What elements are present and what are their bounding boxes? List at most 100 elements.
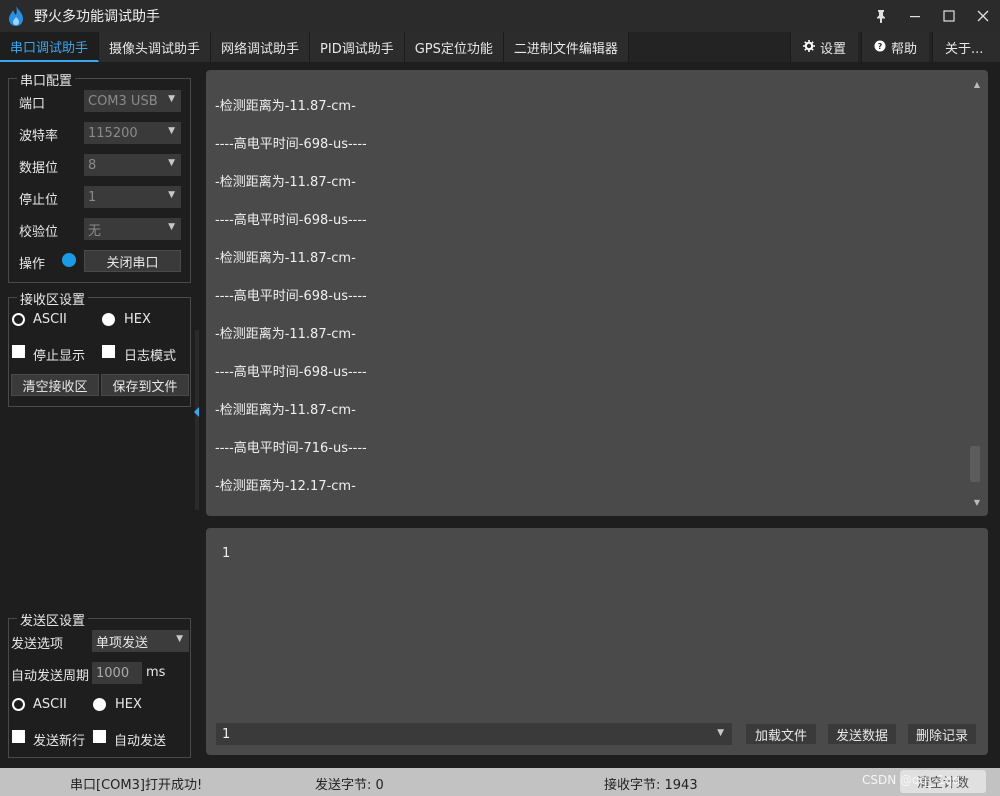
tab-binary-editor[interactable]: 二进制文件编辑器 xyxy=(503,32,629,62)
port-label: 端口 xyxy=(19,97,46,112)
title-bar: 野火多功能调试助手 xyxy=(0,0,1000,32)
send-ascii-radio[interactable] xyxy=(12,698,25,711)
auto-period-input[interactable]: 1000 xyxy=(92,662,142,684)
scroll-up-icon[interactable]: ▲ xyxy=(974,80,980,89)
help-tab[interactable]: ? 帮助 xyxy=(861,32,929,62)
send-ascii-label: ASCII xyxy=(33,697,67,712)
received-bytes-count: 接收字节: 1943 xyxy=(604,778,698,793)
tab-gps[interactable]: GPS定位功能 xyxy=(404,32,504,62)
settings-tab[interactable]: 设置 xyxy=(790,32,858,62)
baud-label: 波特率 xyxy=(19,129,59,144)
send-data-button[interactable]: 发送数据 xyxy=(827,723,897,745)
delete-history-button[interactable]: 删除记录 xyxy=(907,723,977,745)
receive-line: ----高电平时间-698-us---- xyxy=(215,137,367,152)
svg-text:?: ? xyxy=(878,42,883,51)
send-text-input[interactable]: 1 xyxy=(222,546,230,561)
chevron-down-icon: ▼ xyxy=(717,728,724,738)
chevron-down-icon: ▼ xyxy=(168,126,175,136)
panel-splitter[interactable] xyxy=(195,330,199,510)
receive-line: ----高电平时间-698-us---- xyxy=(215,213,367,228)
receive-hex-radio[interactable] xyxy=(102,313,115,326)
load-file-button[interactable]: 加载文件 xyxy=(745,723,817,745)
tab-bar: 串口调试助手 摄像头调试助手 网络调试助手 PID调试助手 GPS定位功能 二进… xyxy=(0,32,1000,62)
baud-value: 115200 xyxy=(88,125,138,141)
help-label: 帮助 xyxy=(891,41,918,57)
parity-select[interactable]: 无 ▼ xyxy=(84,218,181,240)
stopbits-value: 1 xyxy=(88,189,97,205)
send-settings-title: 发送区设置 xyxy=(17,610,89,629)
send-history-select[interactable]: 1 ▼ xyxy=(216,723,732,745)
parity-label: 校验位 xyxy=(19,225,59,240)
send-history-value: 1 xyxy=(222,726,231,742)
receive-line: ----高电平时间-698-us---- xyxy=(215,289,367,304)
stop-display-checkbox[interactable] xyxy=(12,345,25,358)
collapse-arrow-icon[interactable] xyxy=(194,407,199,417)
receive-line: -检测距离为-11.87-cm- xyxy=(215,99,356,114)
receive-settings-title: 接收区设置 xyxy=(17,289,89,308)
receive-line: -检测距离为-11.87-cm- xyxy=(215,251,356,266)
about-tab[interactable]: 关于... xyxy=(932,32,1000,62)
receive-line: -检测距离为-11.87-cm- xyxy=(215,403,356,418)
chevron-down-icon: ▼ xyxy=(168,158,175,168)
databits-select[interactable]: 8 ▼ xyxy=(84,154,181,176)
close-icon[interactable] xyxy=(966,0,1000,32)
receive-area[interactable]: -检测距离为-11.87-cm- ----高电平时间-698-us---- -检… xyxy=(206,70,988,516)
help-icon: ? xyxy=(874,40,886,55)
send-newline-label: 发送新行 xyxy=(33,734,86,749)
tab-serial-assistant[interactable]: 串口调试助手 xyxy=(0,32,100,62)
period-unit: ms xyxy=(146,665,166,680)
tab-camera-assistant[interactable]: 摄像头调试助手 xyxy=(99,32,212,62)
baud-select[interactable]: 115200 ▼ xyxy=(84,122,181,144)
log-mode-checkbox[interactable] xyxy=(102,345,115,358)
scrollbar-thumb[interactable] xyxy=(970,446,980,482)
send-option-select[interactable]: 单项发送 ▼ xyxy=(92,630,189,652)
receive-ascii-radio[interactable] xyxy=(12,313,25,326)
databits-value: 8 xyxy=(88,157,97,173)
close-port-button[interactable]: 关闭串口 xyxy=(84,250,181,272)
receive-line: ----高电平时间-716-us---- xyxy=(215,441,367,456)
send-option-value: 单项发送 xyxy=(96,635,149,651)
send-hex-radio[interactable] xyxy=(93,698,106,711)
status-bar: 串口[COM3]打开成功! 发送字节: 0 接收字节: 1943 清空计数 CS… xyxy=(0,768,1000,796)
sent-bytes-count: 发送字节: 0 xyxy=(315,778,384,793)
maximize-icon[interactable] xyxy=(932,0,966,32)
minimize-icon[interactable] xyxy=(898,0,932,32)
flame-logo-icon xyxy=(0,0,32,32)
serial-config-title: 串口配置 xyxy=(17,70,76,89)
settings-label: 设置 xyxy=(820,41,847,57)
parity-value: 无 xyxy=(88,223,102,239)
auto-send-checkbox[interactable] xyxy=(93,730,106,743)
port-value: COM3 USB xyxy=(88,93,158,109)
tab-pid-assistant[interactable]: PID调试助手 xyxy=(310,32,405,62)
clear-receive-button[interactable]: 清空接收区 xyxy=(11,374,99,396)
chevron-down-icon: ▼ xyxy=(176,634,183,644)
stopbits-select[interactable]: 1 ▼ xyxy=(84,186,181,208)
stop-display-label: 停止显示 xyxy=(33,349,86,364)
gear-icon xyxy=(803,39,815,55)
receive-line: -检测距离为-11.87-cm- xyxy=(215,327,356,342)
window-title: 野火多功能调试助手 xyxy=(34,9,160,25)
auto-period-label: 自动发送周期 xyxy=(11,669,90,684)
tab-network-assistant[interactable]: 网络调试助手 xyxy=(211,32,311,62)
pin-icon[interactable] xyxy=(864,0,898,32)
chevron-down-icon: ▼ xyxy=(168,94,175,104)
send-hex-label: HEX xyxy=(115,697,142,712)
port-select[interactable]: COM3 USB ▼ xyxy=(84,90,181,112)
stopbits-label: 停止位 xyxy=(19,193,59,208)
receive-ascii-label: ASCII xyxy=(33,312,67,327)
send-area: 1 1 ▼ 加载文件 发送数据 删除记录 xyxy=(206,528,988,755)
receive-line: -检测距离为-11.87-cm- xyxy=(215,175,356,190)
save-to-file-button[interactable]: 保存到文件 xyxy=(101,374,189,396)
scroll-down-icon[interactable]: ▼ xyxy=(974,498,980,507)
port-status-led xyxy=(62,253,76,267)
auto-send-label: 自动发送 xyxy=(114,734,167,749)
about-label: 关于... xyxy=(945,41,984,57)
status-message: 串口[COM3]打开成功! xyxy=(70,778,203,793)
send-option-label: 发送选项 xyxy=(11,637,64,652)
window-controls xyxy=(864,0,1000,32)
receive-line: -检测距离为-12.17-cm- xyxy=(215,479,356,494)
send-newline-checkbox[interactable] xyxy=(12,730,25,743)
receive-hex-label: HEX xyxy=(124,312,151,327)
chevron-down-icon: ▼ xyxy=(168,222,175,232)
log-mode-label: 日志模式 xyxy=(124,349,177,364)
